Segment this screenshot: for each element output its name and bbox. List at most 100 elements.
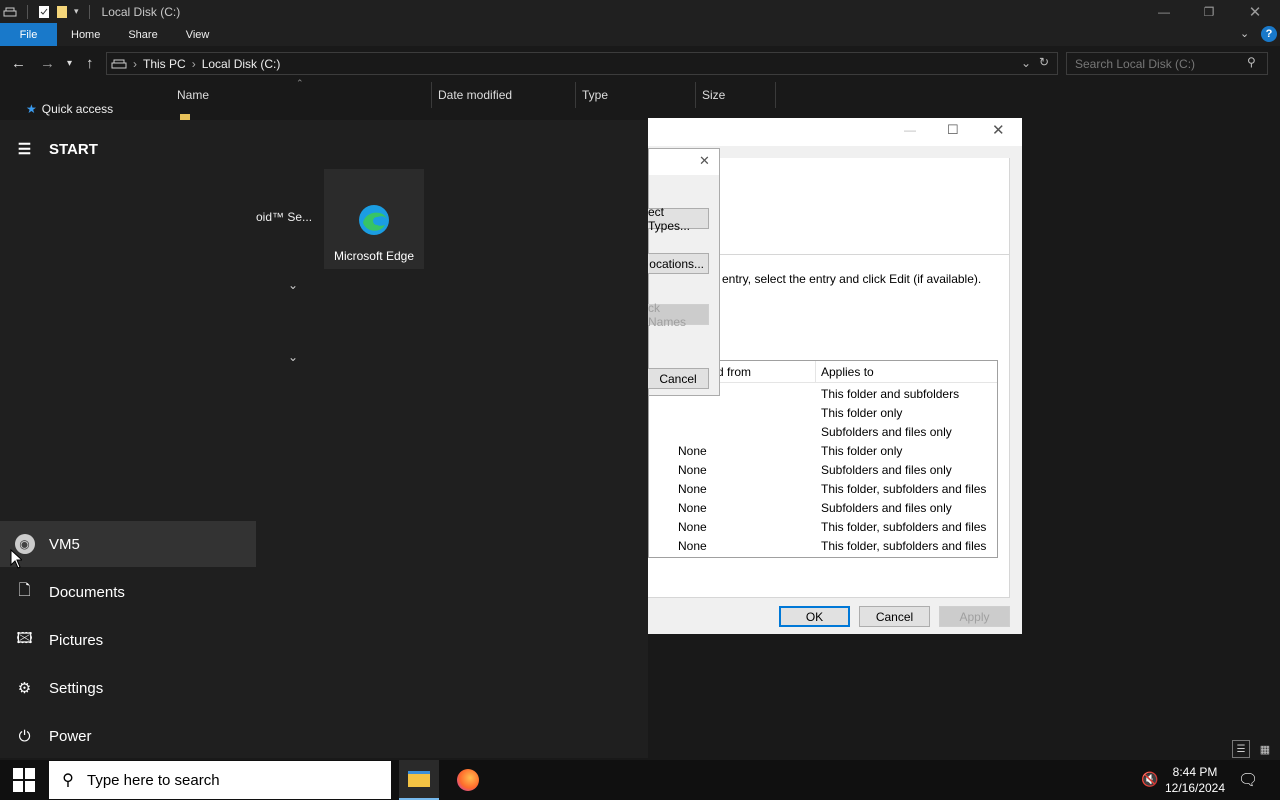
taskbar-file-explorer[interactable] <box>399 760 439 800</box>
forward-icon[interactable]: → <box>40 55 55 72</box>
start-menu-left: ☰ START ◉ VM5 🗋 Documents 🖾 Pictures ⚙ S… <box>0 120 256 758</box>
drive-icon <box>3 7 17 16</box>
tab-share[interactable]: Share <box>114 23 171 46</box>
start-item-label: Settings <box>49 679 104 697</box>
back-icon[interactable]: ← <box>11 55 26 72</box>
sort-up-icon: ⌃ <box>296 78 304 88</box>
up-icon[interactable]: ↑ <box>86 55 94 72</box>
search-input[interactable]: Search Local Disk (C:) ⚲ <box>1066 52 1268 75</box>
table-row[interactable]: None This folder only <box>649 442 997 461</box>
table-row[interactable]: None Subfolders and files only <box>649 499 997 518</box>
minimize-button[interactable]: — <box>904 123 916 137</box>
start-item-settings[interactable]: ⚙ Settings <box>0 665 256 711</box>
column-size[interactable]: Size <box>696 82 776 108</box>
column-type[interactable]: Type <box>576 82 696 108</box>
taskbar: ⚲ Type here to search 🔇 8:44 PM 12/16/20… <box>0 760 1280 800</box>
cancel-button[interactable]: Cancel <box>647 368 709 389</box>
address-bar[interactable]: › This PC › Local Disk (C:) ⌄ ↻ <box>106 52 1058 75</box>
pictures-icon: 🖾 <box>16 629 33 647</box>
column-date-modified[interactable]: Date modified <box>432 82 576 108</box>
start-item-label: Pictures <box>49 631 104 649</box>
volume-muted-icon[interactable]: 🔇 <box>1141 771 1158 788</box>
notifications-icon[interactable]: 🗨 <box>1238 770 1258 790</box>
edge-tile[interactable]: Microsoft Edge <box>324 169 424 269</box>
edge-icon <box>359 205 389 235</box>
chevron-right-icon: › <box>191 56 196 71</box>
column-applies-to[interactable]: Applies to <box>821 365 874 379</box>
close-button[interactable]: ✕ <box>992 121 1005 139</box>
search-icon: ⚲ <box>62 772 74 789</box>
tab-home[interactable]: Home <box>57 23 114 46</box>
object-types-button[interactable]: ect Types... <box>647 205 709 233</box>
taskbar-firefox[interactable] <box>448 760 488 800</box>
start-item-power[interactable]: ⏻ Power <box>0 713 256 759</box>
recent-locations-icon[interactable]: ▾ <box>67 58 72 69</box>
window-title: Local Disk (C:) <box>101 4 181 19</box>
taskbar-search-input[interactable]: ⚲ Type here to search <box>49 761 391 799</box>
star-icon: ★ <box>26 102 37 116</box>
minimize-button[interactable]: — <box>1141 0 1187 23</box>
customize-qat-icon[interactable]: ▾ <box>74 6 79 17</box>
instruction-text: entry, select the entry and click Edit (… <box>722 272 982 286</box>
table-row[interactable]: Subfolders and files only <box>649 423 997 442</box>
clock-date: 12/16/2024 <box>1164 781 1226 795</box>
details-view-icon[interactable]: ☰ <box>1232 740 1250 758</box>
close-button[interactable]: ✕ <box>1232 0 1278 23</box>
firefox-icon <box>457 769 479 791</box>
tab-file[interactable]: File <box>0 23 57 46</box>
clock[interactable]: 8:44 PM 12/16/2024 <box>1160 764 1230 796</box>
table-row[interactable]: None This folder, subfolders and files <box>649 518 997 537</box>
start-item-user[interactable]: ◉ VM5 <box>0 521 256 567</box>
refresh-icon[interactable]: ↻ <box>1039 55 1049 69</box>
chevron-down-icon[interactable]: ⌄ <box>288 350 298 364</box>
table-row[interactable]: This folder only <box>649 404 997 423</box>
breadcrumb-this-pc[interactable]: This PC <box>143 57 186 71</box>
clock-time: 8:44 PM <box>1172 765 1218 779</box>
column-headers: Name Date modified Type Size <box>160 82 780 108</box>
folder-icon <box>408 771 430 787</box>
locations-button[interactable]: ocations... <box>647 253 709 274</box>
gear-icon: ⚙ <box>17 680 32 697</box>
hamburger-icon[interactable]: ☰ <box>0 140 49 158</box>
start-item-pictures[interactable]: 🖾 Pictures <box>0 617 256 663</box>
windows-start-icon[interactable] <box>13 768 37 792</box>
start-apps-pane: oid™ Se... ⌄ ⌄ <box>256 120 648 758</box>
table-row[interactable]: None Subfolders and files only <box>649 461 997 480</box>
check-names-button[interactable]: ck Names <box>647 301 709 329</box>
cancel-button[interactable]: Cancel <box>859 606 930 627</box>
breadcrumb-local-disk[interactable]: Local Disk (C:) <box>202 57 281 71</box>
select-user-dialog: ✕ ect Types... ocations... ck Names Canc… <box>647 148 720 396</box>
properties-icon[interactable] <box>38 5 50 19</box>
maximize-button[interactable]: ☐ <box>947 122 959 138</box>
explorer-title-bar: ▾ Local Disk (C:) — ❐ ✕ <box>0 0 1280 23</box>
power-icon: ⏻ <box>18 727 31 745</box>
drive-icon <box>111 59 127 68</box>
chevron-down-icon[interactable]: ⌄ <box>288 278 298 292</box>
help-icon[interactable]: ? <box>1261 26 1277 42</box>
chevron-right-icon: › <box>133 56 137 71</box>
start-header[interactable]: ☰ START <box>0 126 256 172</box>
explorer-status-bar: ☰ ▦ <box>648 738 1280 760</box>
user-avatar-icon: ◉ <box>0 534 49 554</box>
large-icons-view-icon[interactable]: ▦ <box>1256 740 1274 758</box>
restore-button[interactable]: ❐ <box>1186 0 1232 23</box>
start-item-documents[interactable]: 🗋 Documents <box>0 569 256 615</box>
ok-button[interactable]: OK <box>779 606 850 627</box>
nav-quick-access[interactable]: ★ Quick access <box>26 102 113 116</box>
table-row[interactable]: None This folder, subfolders and files <box>649 480 997 499</box>
table-row[interactable]: None This folder, subfolders and files <box>649 537 997 556</box>
search-placeholder: Search Local Disk (C:) <box>1075 56 1196 71</box>
start-item-label: Documents <box>49 583 125 601</box>
column-inherited-from[interactable]: d from <box>717 365 751 379</box>
new-folder-icon[interactable] <box>56 5 68 19</box>
tile-label: Microsoft Edge <box>333 249 415 263</box>
app-list-item[interactable]: oid™ Se... <box>256 210 312 224</box>
quick-access-toolbar: ▾ Local Disk (C:) <box>0 4 181 19</box>
start-item-label: Power <box>49 727 92 745</box>
chevron-down-icon[interactable]: ⌄ <box>1021 56 1031 70</box>
close-button[interactable]: ✕ <box>699 153 710 169</box>
expand-ribbon-icon[interactable]: ⌄ <box>1240 27 1249 40</box>
apply-button[interactable]: Apply <box>939 606 1010 627</box>
tab-view[interactable]: View <box>172 23 224 46</box>
navigation-pane: ★ Quick access <box>0 82 158 122</box>
